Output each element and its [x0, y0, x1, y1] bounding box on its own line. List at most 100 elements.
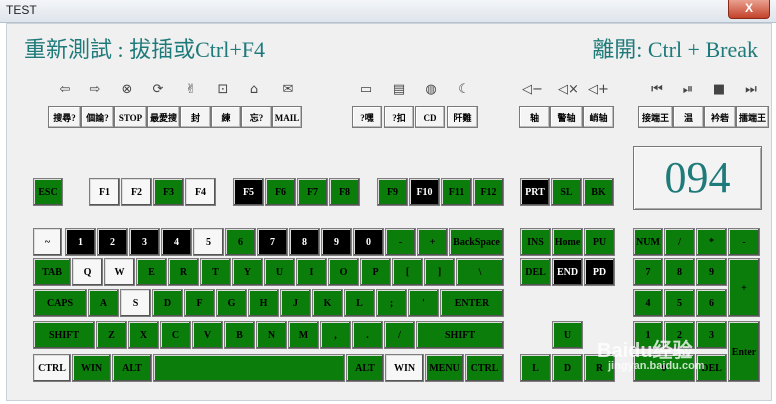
key-z[interactable]: Z	[96, 321, 127, 349]
key-sl[interactable]: SL	[551, 178, 582, 206]
close-button[interactable]: X	[728, 0, 770, 19]
key-k[interactable]: K	[312, 289, 343, 317]
key-f4[interactable]: F4	[185, 178, 216, 206]
key-caps[interactable]: CAPS	[33, 289, 87, 317]
personalize-button[interactable]: 個論?	[81, 106, 114, 128]
key-d[interactable]: D	[152, 289, 183, 317]
key-o[interactable]: O	[328, 258, 359, 286]
key-kplus[interactable]: +	[728, 258, 760, 317]
key-rshift[interactable]: SHIFT	[416, 321, 504, 349]
key-f9[interactable]: F9	[377, 178, 408, 206]
key-plus[interactable]: +	[417, 228, 448, 256]
key-x[interactable]: X	[128, 321, 159, 349]
key-lbr[interactable]: [	[392, 258, 423, 286]
key-kminus[interactable]: -	[728, 228, 760, 256]
key-t[interactable]: T	[200, 258, 231, 286]
key-kslash[interactable]: /	[664, 228, 695, 256]
key-lalt[interactable]: ALT	[112, 354, 152, 382]
key-f12[interactable]: F12	[473, 178, 504, 206]
forget-button[interactable]: 忘?	[241, 106, 272, 128]
key-h[interactable]: H	[248, 289, 279, 317]
steep-axis-button[interactable]: 峭轴	[583, 106, 614, 128]
key-n0[interactable]: 0	[353, 228, 384, 256]
key-lwin[interactable]: WIN	[72, 354, 111, 382]
key-k6[interactable]: 6	[696, 289, 727, 317]
key-up[interactable]: U	[552, 321, 583, 349]
key-kstar[interactable]: *	[696, 228, 727, 256]
key-c[interactable]: C	[160, 321, 191, 349]
key-k5[interactable]: 5	[664, 289, 695, 317]
key-k7[interactable]: 7	[633, 258, 663, 286]
key-dot[interactable]: .	[352, 321, 383, 349]
key-u[interactable]: U	[264, 258, 295, 286]
key-minus[interactable]: -	[385, 228, 416, 256]
key-f1[interactable]: F1	[89, 178, 120, 206]
key-backspace[interactable]: BackSpace	[449, 228, 504, 256]
key-p[interactable]: P	[360, 258, 391, 286]
key-k4[interactable]: 4	[633, 289, 663, 317]
key-n1[interactable]: 1	[65, 228, 96, 256]
favorites-search-button[interactable]: 最愛搜	[147, 106, 180, 128]
key-num[interactable]: NUM	[633, 228, 663, 256]
warm-button[interactable]: 温	[673, 106, 704, 128]
key-semi[interactable]: ;	[376, 289, 407, 317]
key-bslash[interactable]: \	[456, 258, 504, 286]
key-tilde[interactable]: ~	[33, 228, 62, 256]
key-n2[interactable]: 2	[97, 228, 128, 256]
key-s[interactable]: S	[120, 289, 151, 317]
key-pd[interactable]: PD	[584, 258, 615, 286]
key-y[interactable]: Y	[232, 258, 263, 286]
key-m[interactable]: M	[288, 321, 319, 349]
key-lctrl[interactable]: CTRL	[33, 354, 71, 382]
axis-button[interactable]: 轴	[519, 106, 550, 128]
key-n[interactable]: N	[256, 321, 287, 349]
key-f8[interactable]: F8	[329, 178, 360, 206]
key-g[interactable]: G	[216, 289, 247, 317]
key-v[interactable]: V	[192, 321, 223, 349]
key-k3[interactable]: 3	[696, 321, 727, 349]
key-rctrl[interactable]: CTRL	[465, 354, 504, 382]
stop-button[interactable]: STOP	[114, 106, 147, 128]
key-n8[interactable]: 8	[289, 228, 320, 256]
key-f[interactable]: F	[184, 289, 215, 317]
key-f2[interactable]: F2	[121, 178, 152, 206]
deduct-button[interactable]: ?扣	[384, 106, 414, 128]
key-n9[interactable]: 9	[321, 228, 352, 256]
key-a[interactable]: A	[88, 289, 119, 317]
key-tab[interactable]: TAB	[33, 258, 71, 286]
key-k9[interactable]: 9	[696, 258, 727, 286]
key-enter[interactable]: ENTER	[440, 289, 504, 317]
key-esc[interactable]: ESC	[33, 178, 63, 206]
key-n6[interactable]: 6	[225, 228, 256, 256]
key-home[interactable]: Home	[552, 228, 583, 256]
seal-button[interactable]: 封	[180, 106, 211, 128]
key-k8[interactable]: 8	[664, 258, 695, 286]
key-ralt[interactable]: ALT	[346, 354, 384, 382]
key-n4[interactable]: 4	[161, 228, 192, 256]
key-i[interactable]: I	[296, 258, 327, 286]
difficulty-button[interactable]: 阡難	[447, 106, 478, 128]
hey-button[interactable]: ?嘿	[352, 106, 382, 128]
key-n5[interactable]: 5	[193, 228, 224, 256]
key-del[interactable]: DEL	[520, 258, 551, 286]
key-pu[interactable]: PU	[584, 228, 615, 256]
key-rbr[interactable]: ]	[424, 258, 455, 286]
key-kenter[interactable]: Enter	[728, 321, 760, 382]
key-f10[interactable]: F10	[409, 178, 440, 206]
key-f3[interactable]: F3	[153, 178, 184, 206]
key-f7[interactable]: F7	[297, 178, 328, 206]
key-r[interactable]: R	[168, 258, 199, 286]
lapel-button[interactable]: 衿砦	[704, 106, 736, 128]
receiver-button[interactable]: 接端王	[638, 106, 673, 128]
key-quote[interactable]: '	[408, 289, 439, 317]
key-b[interactable]: B	[224, 321, 255, 349]
key-q[interactable]: Q	[72, 258, 103, 286]
key-n3[interactable]: 3	[129, 228, 160, 256]
cd-button[interactable]: CD	[415, 106, 445, 128]
key-e[interactable]: E	[136, 258, 167, 286]
key-n7[interactable]: 7	[257, 228, 288, 256]
key-f5[interactable]: F5	[233, 178, 264, 206]
key-f11[interactable]: F11	[441, 178, 472, 206]
key-j[interactable]: J	[280, 289, 311, 317]
key-bk[interactable]: BK	[583, 178, 614, 206]
